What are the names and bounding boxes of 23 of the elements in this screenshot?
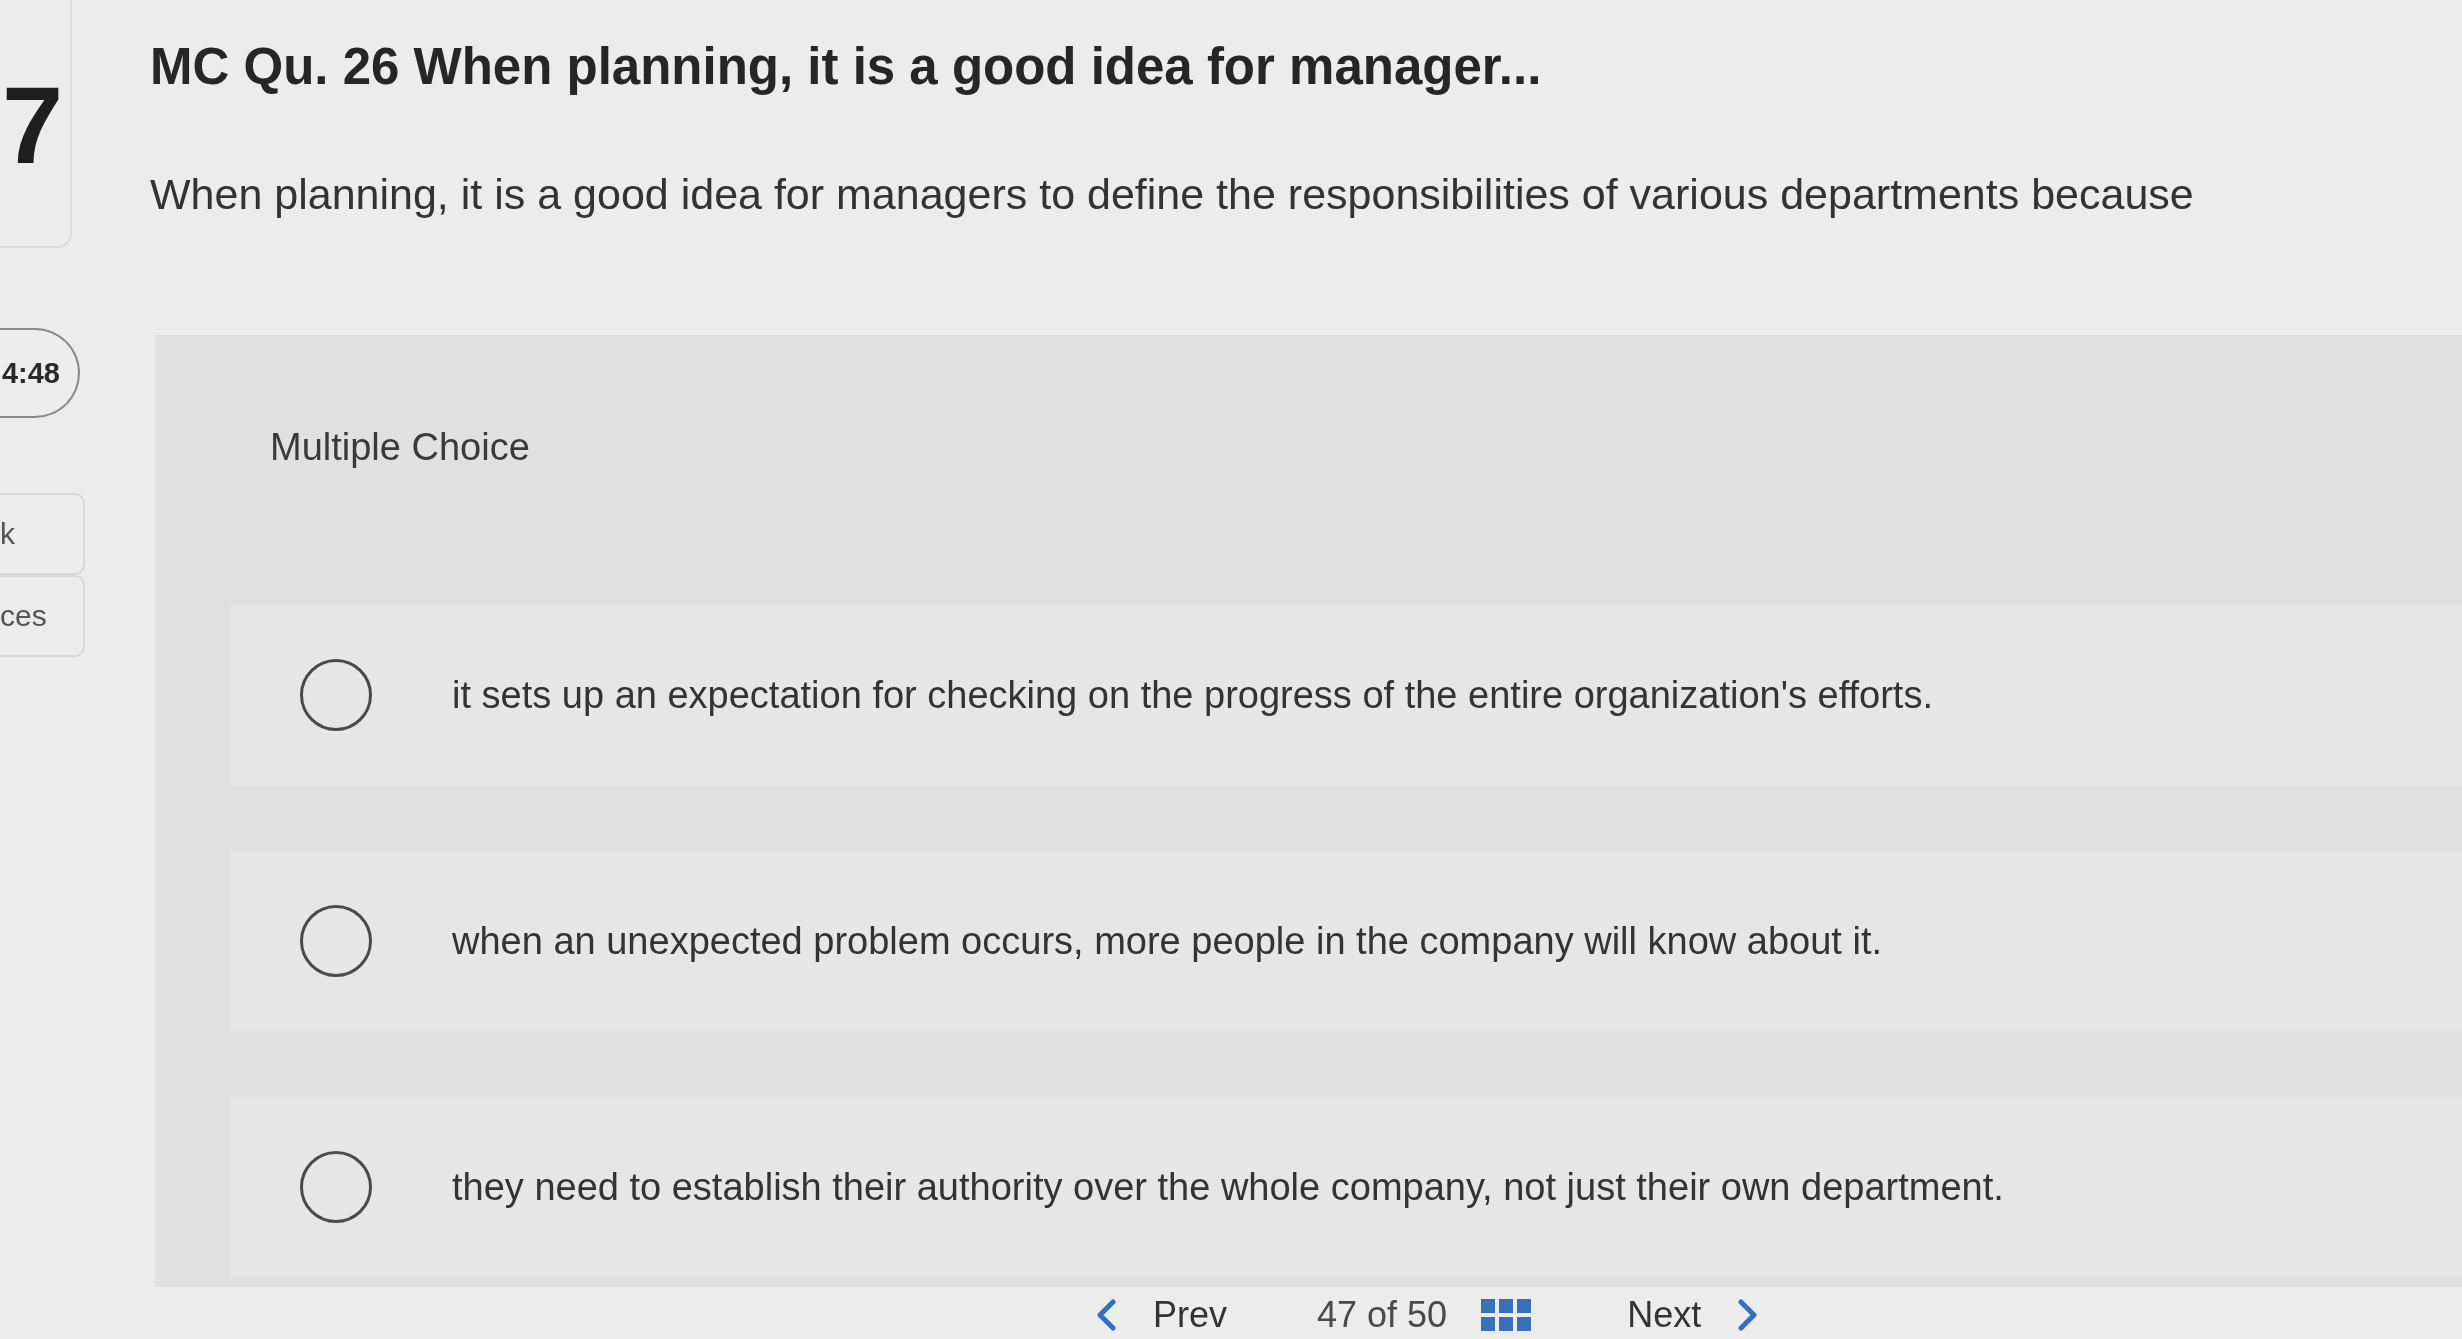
option-text: it sets up an expectation for checking on the progress of the entire organization's efforts. [452,672,1933,718]
sidebar-button[interactable]: ces [0,575,85,657]
answer-option[interactable]: when an unexpected problem occurs, more people in the company will know about it. [230,851,2462,1032]
answer-option[interactable]: they need to establish their authority over the whole company, not just their own department. [230,1097,2462,1278]
answer-option[interactable]: it sets up an expectation for checking on the progress of the entire organization's efforts. [230,605,2462,786]
radio-button[interactable] [300,1151,372,1224]
prev-link[interactable]: Prev [1095,1294,1228,1336]
option-text: when an unexpected problem occurs, more people in the company will know about it. [452,918,1883,964]
question-prompt: When planning, it is a good idea for managers to define the responsibilities of various departments because [150,169,2194,221]
sidebar-button[interactable]: k [0,493,85,575]
next-link[interactable]: Next [1627,1294,1760,1336]
grid-icon [1481,1299,1532,1331]
question-position: 47 of 50 [1317,1294,1448,1336]
option-text: they need to establish their authority over the whole company, not just their own department. [452,1164,2004,1210]
chevron-right-icon [1737,1299,1760,1331]
timer: 4:48 [0,328,80,418]
question-number: 7 [2,70,64,180]
question-type-label: Multiple Choice [270,424,530,470]
chevron-left-icon [1095,1299,1117,1331]
question-title: MC Qu. 26 When planning, it is a good idea for manager... [150,37,1542,97]
grid-button[interactable] [1481,1299,1532,1331]
radio-button[interactable] [300,905,372,978]
radio-button[interactable] [300,659,372,732]
